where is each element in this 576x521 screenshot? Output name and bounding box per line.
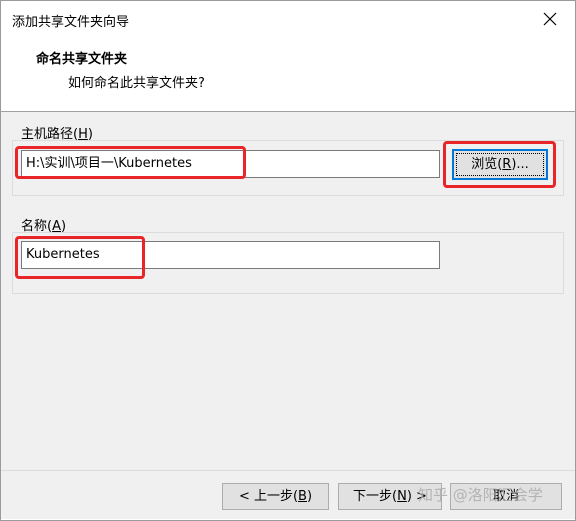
footer-separator <box>1 470 575 471</box>
header-subtitle: 如何命名此共享文件夹? <box>68 76 205 91</box>
close-icon <box>543 12 557 26</box>
title-bar: 添加共享文件夹向导 <box>1 1 575 36</box>
name-label: 名称(A) <box>21 219 67 234</box>
host-path-label: 主机路径(H) <box>21 127 93 142</box>
back-button[interactable]: < 上一步(B) <box>222 483 329 510</box>
name-input[interactable]: Kubernetes <box>21 241 440 269</box>
host-path-input[interactable]: H:\实训\项目一\Kubernetes <box>21 150 440 178</box>
focus-rect <box>456 153 544 176</box>
browse-button[interactable]: 浏览(R)... <box>452 149 548 180</box>
close-button[interactable] <box>534 5 566 33</box>
header-title: 命名共享文件夹 <box>36 52 128 67</box>
wizard-header: 命名共享文件夹 如何命名此共享文件夹? <box>1 36 575 112</box>
watermark: 知乎 @洛阳汇会学 <box>418 486 543 504</box>
window-title: 添加共享文件夹向导 <box>12 15 130 30</box>
